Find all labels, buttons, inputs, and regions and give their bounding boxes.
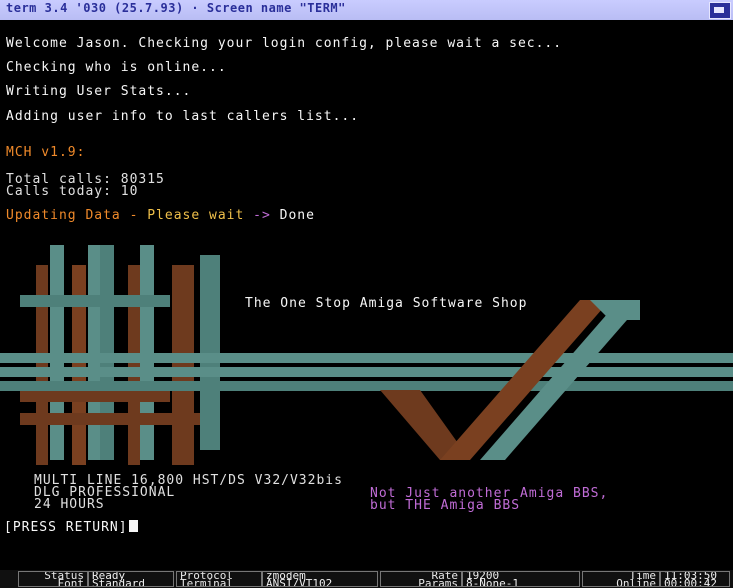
status-value: Ready Standard <box>88 571 174 587</box>
logo-brown-bar-4 <box>172 265 194 465</box>
logo-teal-bar-1 <box>50 245 64 460</box>
logo-brown-horizontal-base <box>20 413 210 425</box>
logo-caption: The One Stop Amiga Software Shop <box>245 296 528 311</box>
time-label: Time Online <box>582 571 660 587</box>
updating-data-label: Updating Data <box>6 208 121 223</box>
logo-teal-bar-3 <box>100 245 114 460</box>
text-cursor <box>128 520 138 532</box>
window-title: term 3.4 '030 (25.7.93) · Screen name "T… <box>6 1 346 15</box>
status-label: Status Font <box>18 571 88 587</box>
logo-teal-stripe-1 <box>0 353 733 363</box>
updating-separator: - <box>129 208 139 223</box>
protocol-label: Protocol Terminal <box>176 571 262 587</box>
please-wait-label: Please wait <box>147 208 245 223</box>
terminal-screen[interactable]: Welcome Jason. Checking your login confi… <box>0 20 733 570</box>
rate-label: Rate Params <box>380 571 462 587</box>
logo-brown-horizontal-lower <box>20 390 170 402</box>
terminal-line-adding-user: Adding user info to last callers list... <box>6 109 360 124</box>
logo-teal-bar-2 <box>88 245 102 460</box>
modem-line-3: 24 HOURS <box>34 497 105 512</box>
window-title-bar[interactable]: term 3.4 '030 (25.7.93) · Screen name "T… <box>0 0 733 20</box>
terminal-line-checking-online: Checking who is online... <box>6 60 227 75</box>
tagline-2: but THE Amiga BBS <box>370 498 521 513</box>
logo-teal-stripe-3 <box>0 381 733 391</box>
press-return-text: [PRESS RETURN] <box>4 520 128 535</box>
logo-teal-bar-right <box>200 255 220 450</box>
logo-teal-bar-4 <box>140 245 154 460</box>
terminal-line-welcome: Welcome Jason. Checking your login confi… <box>6 36 563 51</box>
depth-arrange-icon[interactable] <box>709 2 731 19</box>
calls-today: Calls today: 10 <box>6 184 139 199</box>
arrow-label: -> <box>253 208 271 223</box>
press-return-prompt: [PRESS RETURN] <box>4 520 138 535</box>
logo-teal-horizontal-upper <box>20 295 170 307</box>
protocol-value: zmodem ANSI/VT102 <box>262 571 378 587</box>
rate-value: 19200 8-None-1 <box>462 571 580 587</box>
bbs-ansi-logo <box>0 245 733 465</box>
updating-data-line: Updating Data - Please wait -> Done <box>6 208 315 223</box>
time-value: 11:03:50 00:00:42 <box>660 571 730 587</box>
status-bar: Status Font Ready Standard Protocol Term… <box>0 570 733 588</box>
logo-teal-stripe-2 <box>0 367 733 377</box>
terminal-line-writing-stats: Writing User Stats... <box>6 84 192 99</box>
mch-version: MCH v1.9: <box>6 145 86 160</box>
done-label: Done <box>279 208 315 223</box>
